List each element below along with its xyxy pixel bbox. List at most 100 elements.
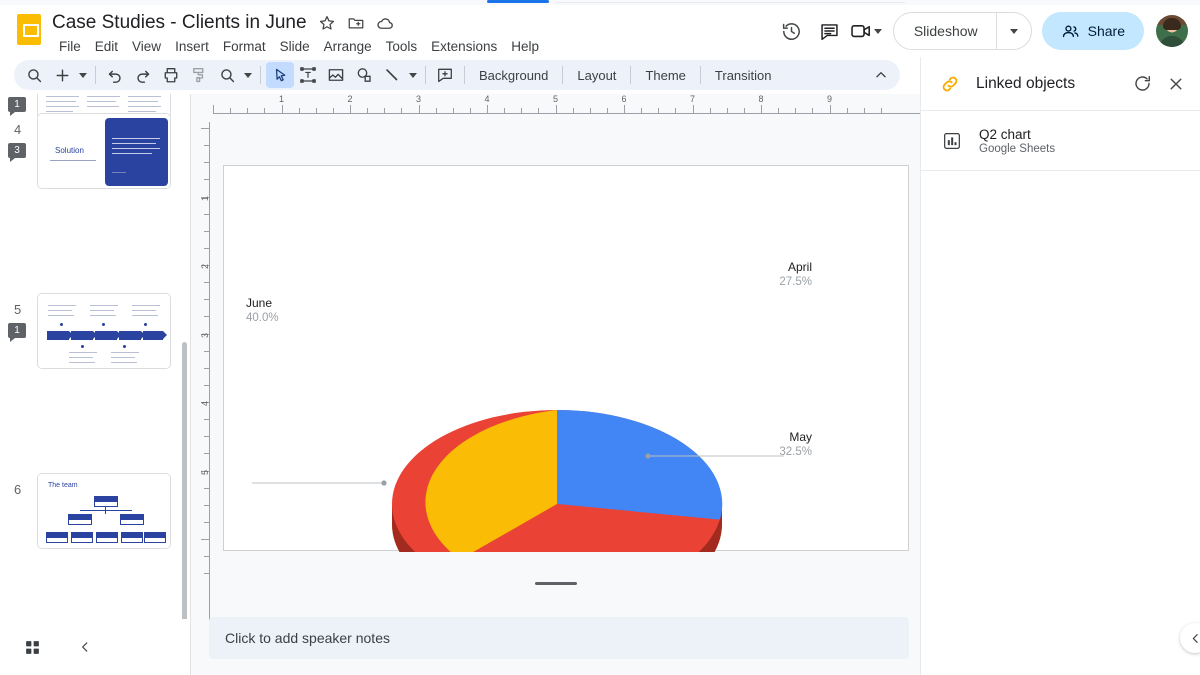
ruler-tick [204, 230, 209, 232]
cloud-saved-icon[interactable] [376, 14, 394, 32]
print-icon[interactable] [157, 62, 185, 88]
collapse-menus-icon[interactable] [868, 62, 894, 88]
ruler-tick [201, 128, 209, 129]
pie-chart[interactable]: April 27.5% May 32.5% June 40.0% [224, 166, 910, 629]
close-icon[interactable] [1161, 69, 1191, 99]
comment-history-icon[interactable] [811, 12, 849, 50]
shape-icon[interactable] [350, 62, 378, 88]
linked-object-item[interactable]: Q2 chart Google Sheets [921, 111, 1200, 171]
slide-canvas[interactable]: April 27.5% May 32.5% June 40.0% [223, 165, 910, 629]
meet-call-button[interactable] [849, 12, 887, 50]
refresh-icon[interactable] [1127, 69, 1157, 99]
linked-objects-title: Linked objects [976, 74, 1076, 92]
speaker-notes-input[interactable]: Click to add speaker notes [209, 617, 909, 659]
text-box-icon[interactable] [294, 62, 322, 88]
line-icon[interactable] [378, 62, 406, 88]
ruler-tick [487, 105, 488, 113]
ruler-tick [298, 108, 300, 113]
pie-label-april-name: April [787, 260, 812, 274]
toolbar-divider-3 [425, 66, 426, 84]
pie-label-april: April 27.5% [779, 260, 812, 290]
ruler-tick [204, 419, 209, 421]
ruler-tick [204, 487, 209, 489]
undo-icon[interactable] [101, 62, 129, 88]
zoom-caret-icon[interactable] [241, 62, 255, 88]
notes-resize-handle[interactable] [534, 582, 577, 585]
chart-icon [941, 130, 963, 152]
menu-insert[interactable]: Insert [168, 36, 216, 57]
meet-caret-icon[interactable] [873, 28, 882, 34]
ruler-tick [204, 299, 209, 301]
ruler-tick [204, 316, 209, 318]
zoom-icon[interactable] [213, 62, 241, 88]
ruler-tick [401, 108, 403, 113]
ruler-label: 8 [758, 94, 764, 104]
ruler-tick [761, 105, 762, 113]
vertical-ruler[interactable]: 1 2 3 4 5 [191, 118, 212, 675]
menu-edit[interactable]: Edit [88, 36, 125, 57]
background-button[interactable]: Background [470, 64, 557, 87]
ruler-label: 4 [484, 94, 490, 104]
collapse-panel-button[interactable] [1180, 623, 1200, 653]
insert-comment-icon[interactable] [431, 62, 459, 88]
avatar[interactable] [1156, 15, 1188, 47]
slide-filmstrip[interactable]: 1 4 3 Solution 5 1 6 The team [0, 94, 190, 619]
ruler-tick [247, 108, 249, 113]
linked-objects-actions [1127, 69, 1191, 99]
thumb-badge-4[interactable]: 3 [8, 143, 26, 162]
pie-label-june-name: June [246, 296, 273, 310]
menu-help[interactable]: Help [504, 36, 546, 57]
star-icon[interactable] [318, 14, 336, 32]
ruler-tick [572, 108, 574, 113]
line-caret-icon[interactable] [406, 62, 420, 88]
pie-chart-svg [252, 409, 784, 629]
ruler-tick [204, 145, 209, 147]
active-tab-indicator [487, 0, 549, 3]
menu-extensions[interactable]: Extensions [424, 36, 504, 57]
share-button[interactable]: Share [1041, 12, 1144, 50]
slideshow-button[interactable]: Slideshow [894, 13, 996, 49]
toolbar-divider-7 [699, 66, 701, 84]
ruler-label: 1 [200, 195, 210, 201]
horizontal-ruler[interactable]: 1 2 3 4 5 6 7 8 9 [191, 94, 921, 118]
ruler-tick [709, 108, 711, 113]
select-icon[interactable] [266, 62, 294, 88]
pie-label-june-value: 40.0% [246, 312, 279, 324]
version-history-icon[interactable] [773, 12, 811, 50]
image-icon[interactable] [322, 62, 350, 88]
filmstrip-scrollbar[interactable] [182, 342, 187, 619]
menu-arrange[interactable]: Arrange [317, 36, 379, 57]
ruler-tick [315, 108, 317, 113]
transition-button[interactable]: Transition [706, 64, 781, 87]
search-icon[interactable] [20, 62, 48, 88]
page-title[interactable]: Case Studies - Clients in June [52, 12, 307, 34]
slideshow-options-button[interactable] [997, 13, 1031, 49]
grid-view-icon[interactable] [21, 636, 43, 658]
new-slide-caret-icon[interactable] [76, 62, 90, 88]
ruler-tick [204, 436, 209, 438]
pie-label-may-name: May [789, 430, 812, 444]
menu-slide[interactable]: Slide [273, 36, 317, 57]
ruler-label: 5 [200, 469, 210, 475]
menu-file[interactable]: File [52, 36, 88, 57]
ruler-tick [350, 105, 351, 113]
thumb-number-4: 4 [14, 122, 22, 137]
thumb-slide-4[interactable]: Solution [37, 113, 171, 189]
layout-button[interactable]: Layout [568, 64, 625, 87]
ruler-tick [521, 108, 523, 113]
ruler-tick [204, 213, 209, 215]
menu-view[interactable]: View [125, 36, 168, 57]
paint-format-icon[interactable] [185, 62, 213, 88]
ruler-tick [204, 573, 209, 575]
menu-bar: File Edit View Insert Format Slide Arran… [52, 36, 546, 57]
menu-tools[interactable]: Tools [379, 36, 425, 57]
ruler-tick [829, 105, 831, 113]
ruler-tick [264, 108, 266, 113]
new-slide-icon[interactable] [48, 62, 76, 88]
menu-format[interactable]: Format [216, 36, 273, 57]
redo-icon[interactable] [129, 62, 157, 88]
move-to-folder-icon[interactable] [347, 14, 365, 32]
collapse-filmstrip-icon[interactable] [74, 636, 96, 658]
ruler-tick [589, 108, 591, 113]
theme-button[interactable]: Theme [636, 64, 694, 87]
